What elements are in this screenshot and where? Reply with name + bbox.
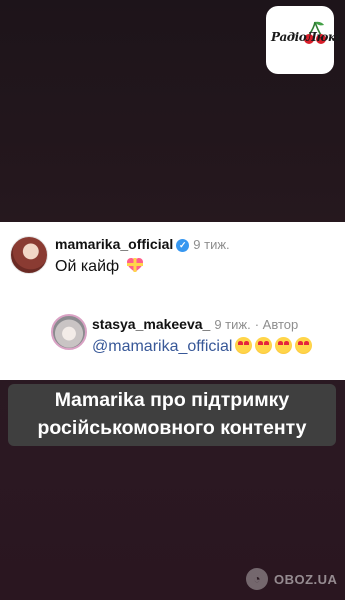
heart-eyes-emoji-icon [255, 337, 273, 354]
heart-eyes-emoji-icon [295, 337, 313, 354]
comment-header: mamarika_official ✓ 9 тиж. [55, 236, 230, 252]
instagram-comment-card: mamarika_official ✓ 9 тиж. Ой кайф stasya_… [0, 222, 345, 380]
heart-eyes-emoji-icon [235, 337, 253, 354]
watermark-text: OBOZ.UA [274, 571, 338, 587]
oboz-logo-icon: ◔ [246, 568, 268, 590]
comment-text: Ой кайф [55, 258, 120, 275]
reply-avatar[interactable] [51, 314, 87, 350]
logo-text: РадіоЛюкс [271, 30, 343, 44]
caption-text: Mamarika про підтримку російськомовного … [8, 386, 336, 442]
caption-line-1: Mamarika про підтримку [54, 389, 290, 411]
verified-badge-icon: ✓ [176, 239, 190, 252]
caption-line-2: російськомовного контенту [37, 417, 307, 439]
comment-time: 9 тиж. [193, 237, 230, 252]
oboz-watermark: ◔ OBOZ.UA [246, 567, 337, 591]
comment-username[interactable]: mamarika_official [55, 236, 173, 252]
mention-link[interactable]: @mamarika_official [92, 338, 232, 355]
avatar[interactable] [10, 236, 48, 274]
reply-username[interactable]: stasya_makeeva_ [92, 316, 210, 332]
reply-header: stasya_makeeva_ 9 тиж. · Автор [92, 316, 298, 332]
author-tag: · Автор [254, 317, 299, 332]
heart-eyes-emoji-icon [275, 337, 293, 354]
reply-time: 9 тиж. [214, 317, 251, 332]
caption-box: Mamarika про підтримку російськомовного … [8, 384, 336, 446]
radioluks-logo: РадіоЛюкс [266, 6, 343, 74]
heart-with-ribbon-icon [126, 258, 143, 272]
reply-text-row: @mamarika_official [92, 337, 313, 356]
comment-text-row: Ой кайф [55, 257, 144, 276]
